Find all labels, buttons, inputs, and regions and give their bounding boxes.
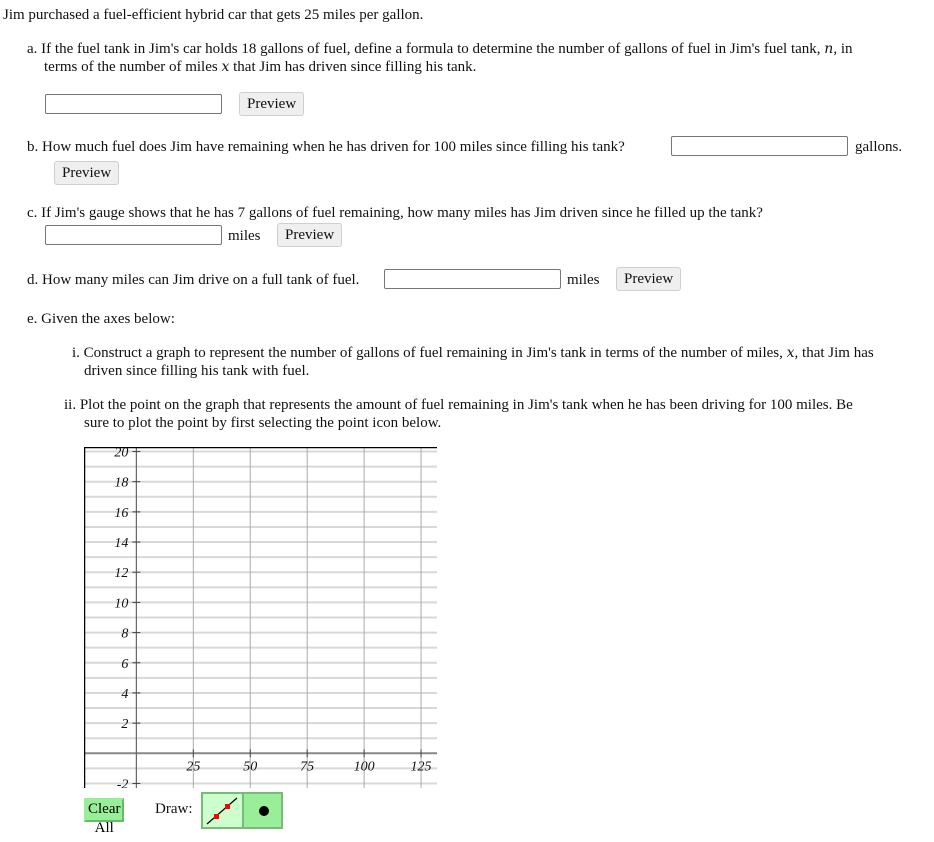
y-tick-label: 16 [114, 506, 128, 521]
graph-canvas[interactable]: 25 50 75 100 125 -2 2 4 6 8 10 12 14 16 18 20 [84, 447, 437, 788]
part-e-i-text1: Construct a graph to represent the numbe… [83, 345, 787, 361]
x-tick-label: 75 [300, 759, 314, 774]
y-tick-label: 10 [114, 596, 128, 611]
part-a-text2: terms of the number of miles [44, 59, 222, 75]
y-tick-label: 20 [114, 447, 128, 461]
point-tool-button[interactable] [242, 792, 283, 829]
part-e-ii-text1: Plot the point on the graph that represe… [79, 397, 853, 413]
part-e-i-line1: i. Construct a graph to represent the nu… [72, 344, 874, 362]
part-e-i-text1-end: , that Jim has [794, 345, 874, 361]
part-e-marker: e. [27, 311, 38, 327]
part-e-text: Given the axes below: [41, 311, 175, 327]
part-c-unit: miles [228, 228, 261, 244]
variable-x: x [786, 345, 795, 361]
part-b-text: How much fuel does Jim have remaining wh… [42, 139, 625, 155]
y-tick-label: 2 [121, 717, 128, 732]
x-tick-label: 125 [411, 759, 432, 774]
part-a-text1-end: , in [833, 41, 853, 57]
part-e-ii-line1: ii. Plot the point on the graph that rep… [64, 396, 853, 414]
line-segment-icon [206, 797, 238, 825]
part-b-answer-input[interactable] [671, 136, 848, 156]
part-a-answer-input[interactable] [45, 94, 222, 114]
part-c-preview-button[interactable]: Preview [277, 223, 343, 247]
part-a-text1: If the fuel tank in Jim's car holds 18 g… [41, 41, 825, 57]
part-c-text: If Jim's gauge shows that he has 7 gallo… [41, 205, 763, 221]
clear-all-button[interactable]: Clear All [84, 798, 125, 836]
part-e-i-marker: i. [72, 345, 80, 361]
part-c-question: c. If Jim's gauge shows that he has 7 ga… [27, 204, 763, 222]
part-b-unit: gallons. [855, 139, 903, 155]
part-a-marker: a. [27, 41, 38, 57]
part-d-preview-button[interactable]: Preview [616, 267, 682, 291]
line-tool-button[interactable] [201, 792, 242, 829]
part-b-preview-button[interactable]: Preview [54, 161, 120, 185]
part-b-marker: b. [27, 139, 39, 155]
variable-n: n [824, 41, 834, 57]
point-icon [259, 806, 269, 816]
part-d-marker: d. [27, 272, 39, 288]
part-a-line1: a. If the fuel tank in Jim's car holds 1… [27, 40, 853, 58]
part-d-text: How many miles can Jim drive on a full t… [42, 272, 360, 288]
draw-label: Draw: [155, 801, 193, 817]
part-e-ii-marker: ii. [64, 397, 77, 413]
part-a-text2-end: that Jim has driven since filling his ta… [229, 59, 477, 75]
part-e-intro: e. Given the axes below: [27, 310, 175, 328]
x-tick-label: 100 [354, 759, 375, 774]
y-tick-label: 8 [121, 627, 128, 642]
part-e-i-line2: driven since filling his tank with fuel. [84, 363, 310, 379]
part-d-question: d. How many miles can Jim drive on a ful… [27, 271, 359, 289]
part-d-answer-input[interactable] [384, 269, 561, 289]
problem-intro: Jim purchased a fuel-efficient hybrid ca… [3, 7, 424, 23]
part-c-answer-input[interactable] [45, 225, 222, 245]
y-tick-label: 14 [114, 536, 128, 551]
part-c-marker: c. [27, 205, 38, 221]
part-e-ii-line2: sure to plot the point by first selectin… [84, 415, 442, 431]
y-tick-label: 12 [114, 566, 128, 581]
part-d-unit: miles [567, 272, 600, 288]
part-b-question: b. How much fuel does Jim have remaining… [27, 138, 625, 156]
y-tick-label: 6 [121, 657, 128, 672]
part-a-preview-button[interactable]: Preview [239, 92, 305, 116]
part-a-line2: terms of the number of miles x that Jim … [44, 58, 476, 76]
y-tick-label: -2 [117, 777, 129, 788]
x-tick-label: 50 [243, 759, 257, 774]
x-tick-label: 25 [186, 759, 200, 774]
y-tick-label: 18 [114, 476, 128, 491]
y-tick-label: 4 [121, 687, 128, 702]
